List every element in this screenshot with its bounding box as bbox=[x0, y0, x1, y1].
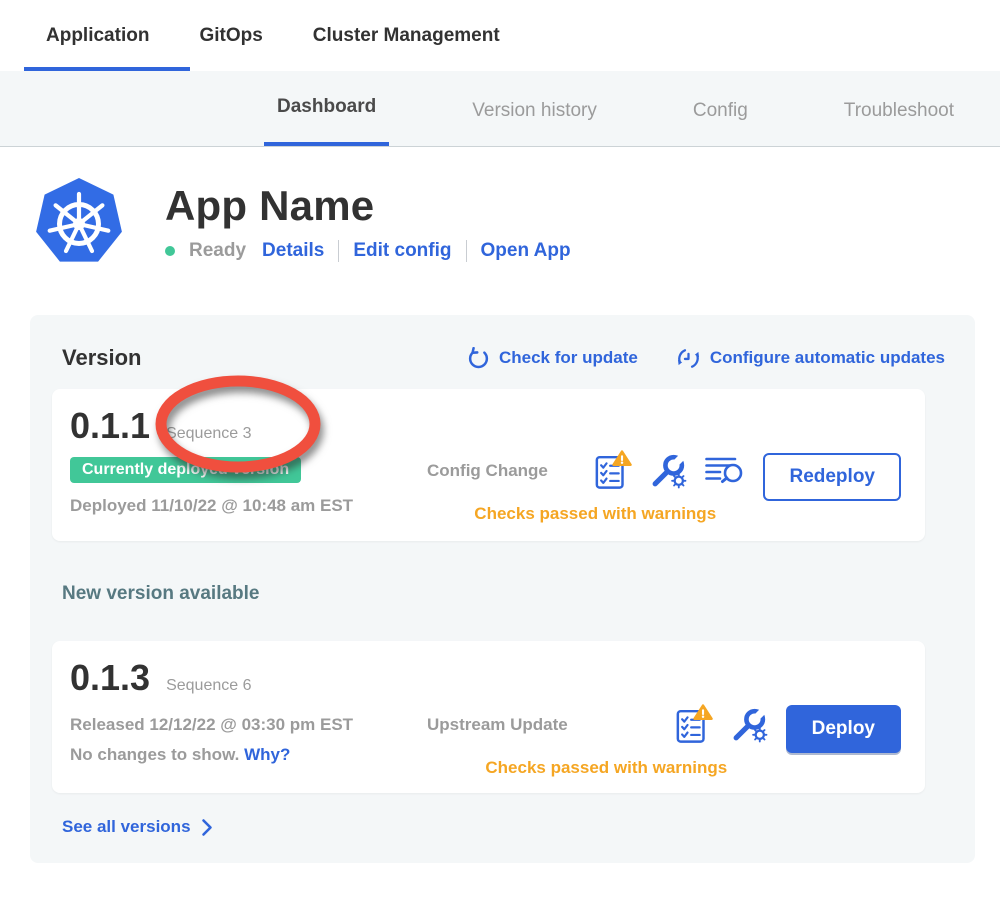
deployed-timestamp: Deployed 11/10/22 @ 10:48 am EST bbox=[70, 496, 427, 516]
see-all-versions-label: See all versions bbox=[62, 817, 191, 837]
refresh-icon bbox=[467, 347, 490, 370]
tab-cluster-management[interactable]: Cluster Management bbox=[313, 25, 500, 47]
tab-gitops[interactable]: GitOps bbox=[199, 25, 262, 47]
app-section-nav: Dashboard Version history Config Trouble… bbox=[0, 71, 1000, 147]
available-version-number: 0.1.3 bbox=[70, 657, 150, 699]
version-source-label: Upstream Update bbox=[427, 715, 568, 735]
preflight-status-text: Checks passed with warnings bbox=[427, 758, 786, 778]
tab-dashboard[interactable]: Dashboard bbox=[264, 71, 389, 146]
current-sequence-label: Sequence 3 bbox=[166, 425, 251, 443]
kubernetes-logo bbox=[35, 177, 123, 267]
available-version-card: 0.1.3 Sequence 6 Released 12/12/22 @ 03:… bbox=[52, 641, 925, 793]
tab-version-history[interactable]: Version history bbox=[459, 71, 610, 146]
no-changes-text: No changes to show. bbox=[70, 745, 239, 764]
config-edit-icon[interactable] bbox=[650, 452, 687, 489]
page-title: App Name bbox=[165, 182, 571, 230]
why-link[interactable]: Why? bbox=[244, 745, 290, 764]
tab-application[interactable]: Application bbox=[46, 25, 149, 47]
auto-update-clock-icon bbox=[676, 346, 701, 371]
status-badge: Ready bbox=[189, 240, 246, 262]
preflight-status-text: Checks passed with warnings bbox=[427, 504, 763, 524]
configure-automatic-updates-link[interactable]: Configure automatic updates bbox=[676, 346, 945, 371]
redeploy-button[interactable]: Redeploy bbox=[763, 453, 901, 501]
active-tab-underline bbox=[24, 67, 190, 71]
tab-config[interactable]: Config bbox=[680, 71, 761, 146]
status-dot bbox=[165, 246, 175, 256]
tab-troubleshoot[interactable]: Troubleshoot bbox=[831, 71, 967, 146]
current-version-card: 0.1.1 Sequence 3 Currently deployed vers… bbox=[52, 389, 925, 541]
available-sequence-label: Sequence 6 bbox=[166, 677, 251, 695]
config-edit-icon[interactable] bbox=[731, 706, 768, 743]
primary-nav: Application GitOps Cluster Management bbox=[0, 0, 1000, 71]
edit-config-link[interactable]: Edit config bbox=[353, 240, 451, 262]
currently-deployed-badge: Currently deployed version bbox=[70, 457, 301, 483]
configure-automatic-updates-label: Configure automatic updates bbox=[710, 348, 945, 368]
version-panel: Version Check for update Configure autom… bbox=[30, 315, 975, 863]
see-all-versions-link[interactable]: See all versions bbox=[62, 817, 945, 837]
current-version-number: 0.1.1 bbox=[70, 405, 150, 447]
version-source-label: Config Change bbox=[427, 461, 548, 481]
new-version-heading: New version available bbox=[62, 583, 945, 605]
check-for-update-label: Check for update bbox=[499, 348, 638, 368]
details-link[interactable]: Details bbox=[262, 240, 324, 262]
chevron-right-icon bbox=[201, 818, 213, 837]
version-panel-title: Version bbox=[62, 345, 141, 371]
check-for-update-link[interactable]: Check for update bbox=[467, 347, 638, 370]
diff-view-icon[interactable] bbox=[705, 455, 745, 487]
open-app-link[interactable]: Open App bbox=[481, 240, 571, 262]
app-header: App Name Ready Details Edit config Open … bbox=[35, 177, 1000, 267]
preflight-checks-icon[interactable] bbox=[594, 449, 632, 492]
released-timestamp: Released 12/12/22 @ 03:30 pm EST bbox=[70, 715, 427, 735]
preflight-checks-icon[interactable] bbox=[675, 703, 713, 746]
deploy-button[interactable]: Deploy bbox=[786, 705, 901, 753]
divider bbox=[466, 240, 467, 262]
divider bbox=[338, 240, 339, 262]
